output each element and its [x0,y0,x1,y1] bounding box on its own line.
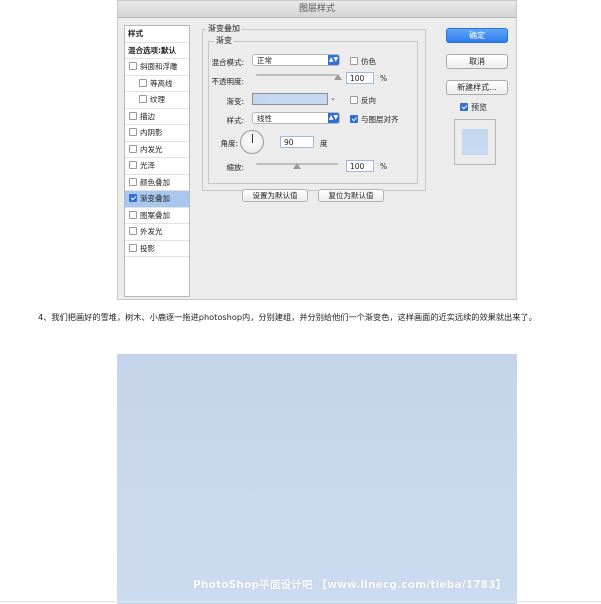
preview-swatch [462,129,488,155]
sidebar-item-label: 光泽 [140,161,155,170]
align-with-layer-checkbox[interactable]: 与图层对齐 [350,114,399,125]
divider [0,601,601,602]
sidebar-item-label: 混合选项:默认 [128,45,176,55]
dialog-title: 图层样式 [118,1,516,18]
cancel-button[interactable]: 取消 [446,54,508,69]
sidebar-item-label: 描边 [140,111,155,121]
sidebar-item[interactable]: 投影 [125,241,189,257]
sidebar-item[interactable]: 混合选项:默认 [125,43,189,59]
sidebar-item[interactable]: 颜色叠加 [125,175,189,191]
checkbox-checked-icon [350,115,358,123]
reverse-checkbox[interactable]: 反向 [350,95,376,106]
preview-label: 预览 [471,103,487,112]
opacity-input[interactable]: 100 [346,72,374,84]
checkbox-icon[interactable] [129,210,137,219]
ok-button[interactable]: 确定 [446,28,508,43]
checkbox-icon[interactable] [129,243,137,252]
style-value: 线性 [257,114,272,123]
checkbox-icon[interactable] [139,78,147,87]
opacity-unit: % [380,74,388,83]
sidebar-item-label: 纹理 [150,95,165,104]
scale-unit: % [380,162,388,171]
blend-mode-label: 混合模式: [211,58,244,67]
checkbox-icon[interactable] [139,95,147,103]
sidebar-item-label: 投影 [140,243,155,253]
layer-style-dialog: 图层样式 样式 混合选项:默认 斜面和浮雕 等高线 纹理 描边 内阴影 内发光 光泽 颜色叠加 渐变… [117,0,517,300]
style-sidebar: 样式混合选项:默认斜面和浮雕等高线纹理描边内阴影内发光光泽颜色叠加渐变叠加图案叠… [124,25,190,297]
sidebar-item[interactable]: 内发光 [125,142,189,158]
checkbox-icon[interactable] [129,62,137,70]
scale-input[interactable]: 100 [346,160,374,172]
gradient-label: 渐变: [226,97,244,106]
opacity-slider-thumb[interactable] [334,74,342,80]
checkbox-checked-icon [460,102,468,111]
dither-label: 仿色 [361,57,376,66]
style-label: 样式: [226,116,244,125]
sidebar-item-label: 外发光 [140,227,163,236]
blend-mode-value: 正常 [257,56,272,65]
select-arrow-icon: ▲▼ [328,55,339,65]
sidebar-item[interactable]: 纹理 [125,92,189,109]
sidebar-item[interactable]: 样式 [125,26,189,43]
angle-label: 角度: [220,139,238,148]
sidebar-item[interactable]: 渐变叠加 [125,191,189,208]
sidebar-item-label: 渐变叠加 [140,194,170,203]
sidebar-item-label: 内阴影 [140,128,163,137]
style-preview [454,119,496,165]
sidebar-item[interactable]: 光泽 [125,158,189,175]
sidebar-item-label: 颜色叠加 [140,177,170,187]
checkbox-icon[interactable] [129,111,137,120]
dither-checkbox[interactable]: 仿色 [350,56,376,67]
style-select[interactable]: 线性 ▲▼ [252,112,340,124]
checkbox-icon[interactable] [129,177,137,186]
reset-default-button[interactable]: 复位为默认值 [318,189,384,202]
sub-title: 渐变 [214,35,234,46]
angle-input[interactable]: 90 [280,136,314,148]
gradient-dropdown-icon[interactable]: ⌄ [330,94,336,102]
sidebar-item-label: 样式 [128,29,143,38]
group-title: 渐变叠加 [206,23,242,34]
checkbox-icon[interactable] [129,144,137,153]
angle-unit: 度 [320,139,328,148]
sidebar-item[interactable]: 图案叠加 [125,208,189,224]
checkbox-icon[interactable] [129,161,137,169]
scale-slider-thumb[interactable] [293,163,301,169]
sidebar-item-label: 等高线 [150,78,173,88]
checkbox-icon[interactable] [129,128,137,136]
article-paragraph: 4、我们把画好的雪堆，树木、小鹿逐一拖进photoshop内，分别建组，并分别给… [38,312,537,322]
sidebar-item[interactable]: 等高线 [125,76,189,92]
sidebar-item[interactable]: 斜面和浮雕 [125,59,189,76]
opacity-label: 不透明度: [211,77,244,86]
gradient-swatch[interactable] [252,93,328,105]
gradient-overlay-panel: 渐变叠加 渐变 混合模式: 正常 ▲▼ 仿色 不透明度: 100 % 渐变: ⌄… [200,23,432,297]
align-label: 与图层对齐 [361,115,399,124]
sidebar-item[interactable]: 描边 [125,109,189,125]
set-default-button[interactable]: 设置为默认值 [242,189,308,202]
gradient-result-image: PhotoShop平面设计吧 【www.linecg.com/tieba/178… [117,354,517,604]
opacity-slider[interactable] [256,74,338,76]
blend-mode-select[interactable]: 正常 ▲▼ [252,54,340,66]
sidebar-item[interactable]: 内阴影 [125,125,189,142]
checkbox-icon [350,96,358,104]
new-style-button[interactable]: 新建样式... [446,80,508,95]
watermark-text: PhotoShop平面设计吧 【www.linecg.com/tieba/178… [193,579,507,591]
sidebar-item[interactable]: 外发光 [125,224,189,241]
sidebar-item-label: 内发光 [140,144,163,154]
select-arrow-icon: ▲▼ [328,113,339,123]
preview-checkbox[interactable]: 预览 [460,102,487,113]
angle-dial-icon[interactable] [240,130,264,154]
sidebar-item-label: 图案叠加 [140,210,170,220]
checkbox-checked-icon[interactable] [129,194,137,202]
checkbox-icon [350,57,358,65]
sidebar-item-label: 斜面和浮雕 [140,62,178,71]
checkbox-icon[interactable] [129,227,137,235]
reverse-label: 反向 [361,96,376,105]
scale-label: 缩放: [226,163,244,172]
